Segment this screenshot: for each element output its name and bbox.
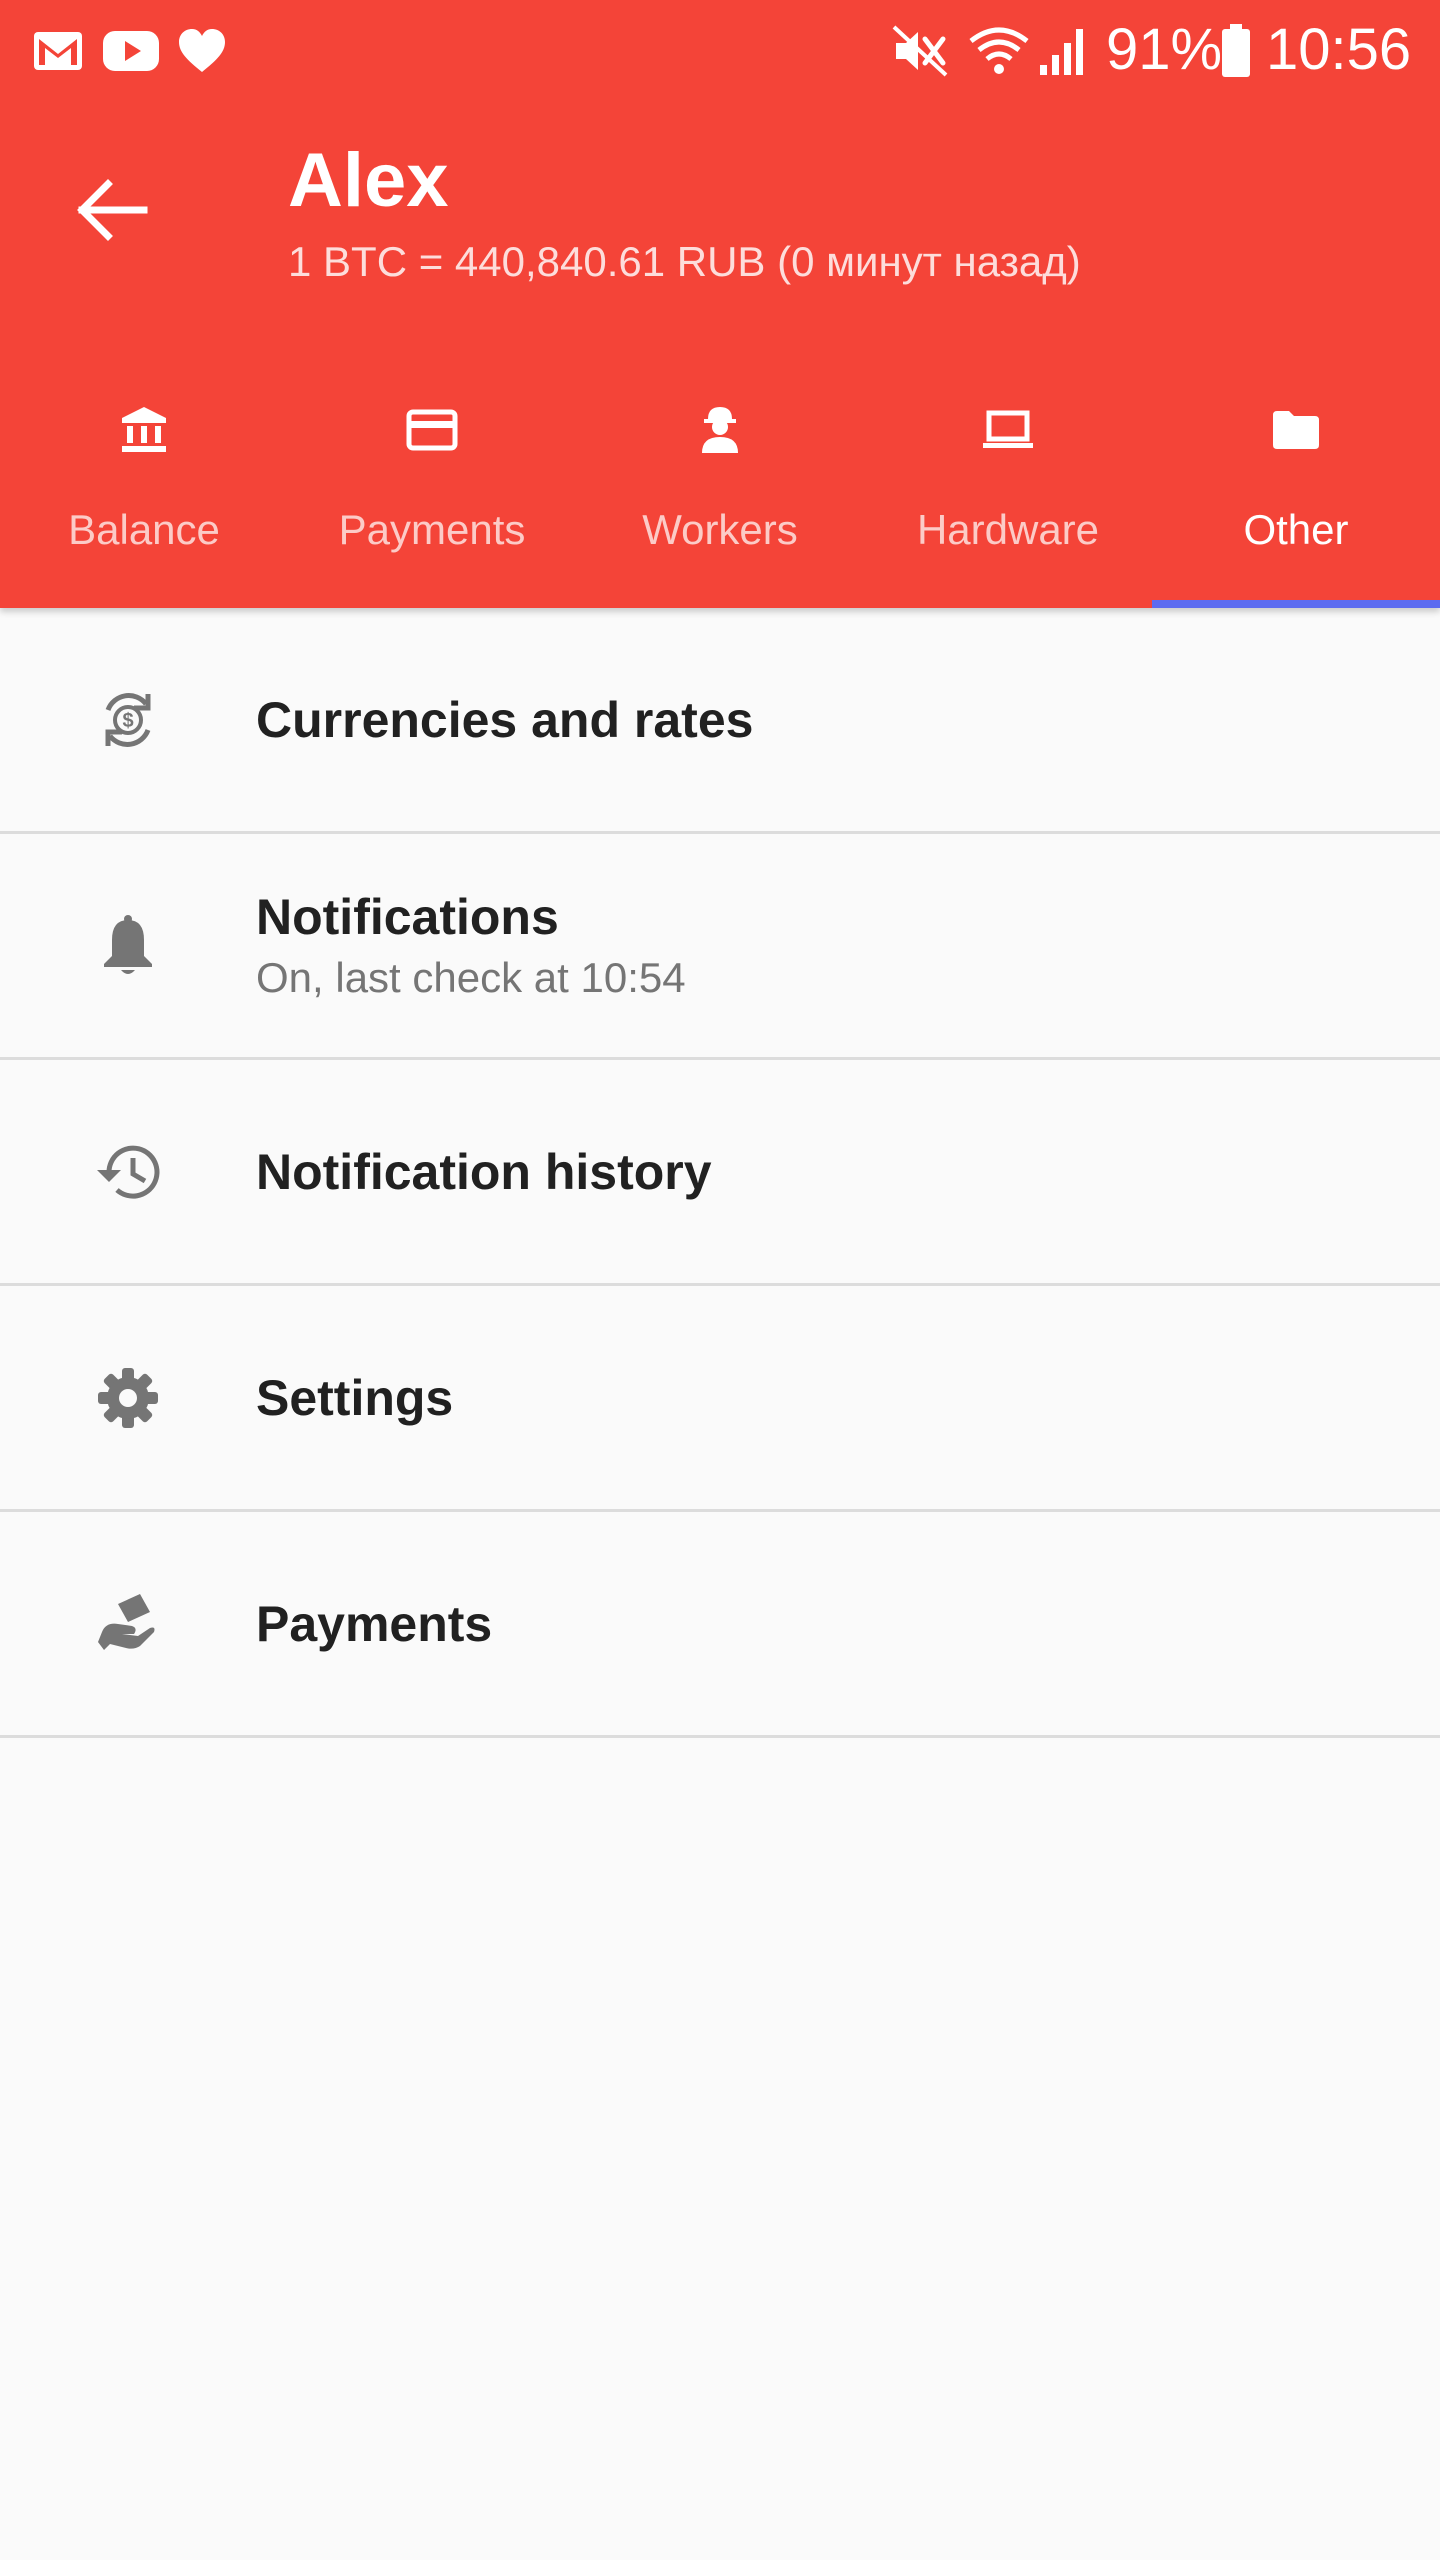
gmail-icon — [30, 20, 86, 82]
wifi-icon — [966, 20, 1032, 82]
gear-icon — [88, 1358, 168, 1438]
tab-label: Balance — [68, 506, 220, 553]
menu-item-title: Settings — [256, 1369, 454, 1426]
tab-bar: Balance Payments Workers Hardware Other — [0, 360, 1440, 608]
credit-card-icon — [288, 390, 576, 470]
battery-icon — [1218, 20, 1254, 82]
tab-balance[interactable]: Balance — [0, 360, 288, 608]
active-tab-indicator — [1152, 600, 1440, 608]
exchange-rate-subtitle: 1 BTC = 440,840.61 RUB (0 минут назад) — [288, 238, 1081, 285]
menu-item-notifications[interactable]: Notifications On, last check at 10:54 — [0, 834, 1440, 1060]
page-title: Alex — [288, 138, 449, 223]
app-bar: Alex 1 BTC = 440,840.61 RUB (0 минут наз… — [0, 100, 1440, 320]
folder-icon — [1152, 390, 1440, 470]
clock-time: 10:56 — [1266, 17, 1412, 82]
tab-hardware[interactable]: Hardware — [864, 360, 1152, 608]
menu-item-title: Notification history — [256, 1143, 712, 1200]
bell-icon — [88, 906, 168, 986]
menu-item-title: Payments — [256, 1595, 493, 1652]
menu-item-settings[interactable]: Settings — [0, 1286, 1440, 1512]
signal-icon — [1036, 20, 1092, 82]
bank-icon — [0, 390, 288, 470]
tab-other[interactable]: Other — [1152, 360, 1440, 608]
other-menu-list: $ Currencies and rates Notifications On,… — [0, 608, 1440, 1738]
tab-label: Hardware — [916, 506, 1100, 553]
tab-label: Workers — [642, 506, 798, 553]
notification-status: On, last check at 10:54 — [256, 953, 686, 1001]
laptop-icon — [864, 390, 1152, 470]
menu-item-title: Currencies and rates — [256, 691, 754, 748]
tab-payments[interactable]: Payments — [288, 360, 576, 608]
tab-workers[interactable]: Workers — [576, 360, 864, 608]
mute-icon — [890, 20, 950, 82]
currency-exchange-icon: $ — [88, 680, 168, 760]
menu-item-notification-history[interactable]: Notification history — [0, 1060, 1440, 1286]
youtube-icon — [100, 20, 162, 82]
menu-item-title: Notifications — [256, 888, 559, 945]
battery-percent: 91% — [1106, 17, 1223, 82]
history-icon — [88, 1132, 168, 1212]
menu-item-payments[interactable]: Payments — [0, 1512, 1440, 1738]
tab-label: Payments — [338, 506, 526, 553]
app-header: 91% 10:56 Alex 1 BTC = 440,840.61 RUB (0… — [0, 0, 1440, 608]
status-bar: 91% 10:56 — [0, 0, 1440, 100]
payment-hand-icon — [88, 1584, 168, 1664]
heart-icon — [174, 20, 230, 82]
worker-icon — [576, 390, 864, 470]
back-button[interactable] — [52, 150, 172, 270]
menu-item-currencies[interactable]: $ Currencies and rates — [0, 608, 1440, 834]
tab-label: Other — [1243, 506, 1349, 553]
svg-text:$: $ — [122, 710, 133, 732]
arrow-back-icon — [77, 179, 148, 241]
